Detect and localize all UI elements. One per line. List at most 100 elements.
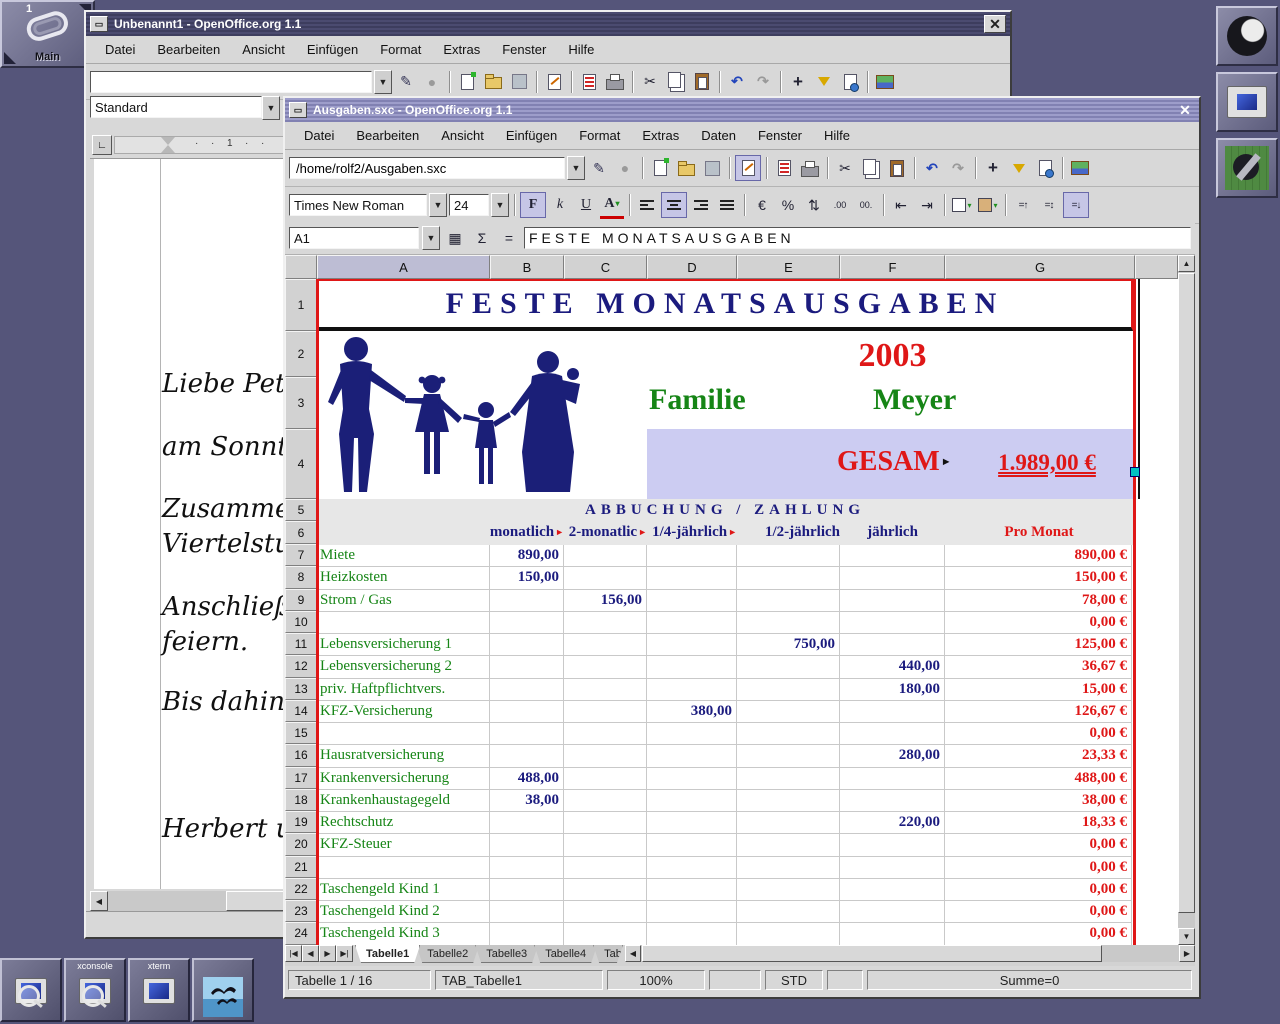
- open-folder-icon[interactable]: [481, 70, 505, 94]
- ruler-margin-marker-low[interactable]: [161, 145, 175, 153]
- sheet-tab-tab[interactable]: Tab: [593, 945, 623, 963]
- cell-A18[interactable]: Krankenhaustagegeld: [317, 790, 490, 812]
- cell-D17[interactable]: [647, 768, 737, 790]
- cell-E11[interactable]: 750,00: [737, 634, 840, 656]
- tab-first-button[interactable]: |◀: [285, 945, 302, 962]
- column-header-E[interactable]: E: [737, 255, 840, 279]
- align-justify-button[interactable]: [715, 193, 739, 217]
- gallery-icon[interactable]: [873, 70, 897, 94]
- cell-G12[interactable]: 36,67 €: [945, 656, 1132, 678]
- desktop-button-sphere[interactable]: [1216, 6, 1278, 66]
- calc-url-combo[interactable]: [289, 157, 565, 179]
- tab-next-button[interactable]: ▶: [319, 945, 336, 962]
- cell-D10[interactable]: [647, 612, 737, 634]
- italic-button[interactable]: k: [548, 193, 572, 217]
- decrease-indent-button[interactable]: ⇤: [889, 193, 913, 217]
- print-file-icon[interactable]: [577, 70, 601, 94]
- cell-C14[interactable]: [564, 701, 647, 723]
- ruler-tab-selector[interactable]: ∟: [92, 135, 112, 155]
- autofilter-icon[interactable]: [812, 70, 836, 94]
- cell-C9[interactable]: 156,00: [564, 590, 647, 612]
- cell-title-A1[interactable]: FESTE MONATSAUSGABEN: [317, 279, 1133, 331]
- cut-icon[interactable]: ✂: [638, 70, 662, 94]
- paste-icon[interactable]: [885, 156, 909, 180]
- undo-icon[interactable]: ↶: [725, 70, 749, 94]
- row-header-17[interactable]: 17: [285, 767, 317, 789]
- selection-handle[interactable]: [1130, 467, 1140, 477]
- tab-last-button[interactable]: ▶|: [336, 945, 353, 962]
- borders-button[interactable]: ▾: [950, 193, 974, 217]
- save-icon[interactable]: [507, 70, 531, 94]
- font-name-combo[interactable]: Times New Roman: [289, 194, 427, 216]
- cell-G22[interactable]: 0,00 €: [945, 879, 1132, 901]
- edit-pen-icon[interactable]: ✎: [587, 156, 611, 180]
- cell-F7[interactable]: [840, 545, 945, 567]
- cell-C11[interactable]: [564, 634, 647, 656]
- cell-C24[interactable]: [564, 923, 647, 945]
- period-header-D[interactable]: 1/4-jährlich►: [647, 521, 737, 543]
- cell-C8[interactable]: [564, 567, 647, 589]
- copy-icon[interactable]: [664, 70, 688, 94]
- cell-C10[interactable]: [564, 612, 647, 634]
- cell-A24[interactable]: Taschengeld Kind 3: [317, 923, 490, 945]
- cell-A21[interactable]: [317, 857, 490, 879]
- cell-year[interactable]: 2003: [840, 335, 945, 377]
- cell-A12[interactable]: Lebensversicherung 2: [317, 656, 490, 678]
- tab-hscroll-right[interactable]: ▶: [1179, 945, 1195, 962]
- menu-datei[interactable]: Datei: [94, 39, 146, 60]
- cell-A16[interactable]: Hausratversicherung: [317, 745, 490, 767]
- navigator-icon[interactable]: +: [981, 156, 1005, 180]
- calc-titlebar[interactable]: ▭ Ausgaben.sxc - OpenOffice.org 1.1 ✕: [285, 98, 1199, 122]
- column-header-G[interactable]: G: [945, 255, 1135, 279]
- menu-extras[interactable]: Extras: [432, 39, 491, 60]
- cell-C20[interactable]: [564, 834, 647, 856]
- menu-bearbeiten[interactable]: Bearbeiten: [146, 39, 231, 60]
- cell-G16[interactable]: 23,33 €: [945, 745, 1132, 767]
- tab-hscroll-left[interactable]: ◀: [625, 945, 641, 962]
- valign-bottom-button[interactable]: =↓: [1063, 192, 1089, 218]
- cell-D20[interactable]: [647, 834, 737, 856]
- cell-F18[interactable]: [840, 790, 945, 812]
- sum-icon[interactable]: Σ: [470, 226, 494, 250]
- cell-B24[interactable]: [490, 923, 564, 945]
- status-insert-mode[interactable]: STD: [765, 970, 823, 990]
- sheet-tab-tabelle1[interactable]: Tabelle1: [355, 945, 420, 963]
- menu-hilfe[interactable]: Hilfe: [557, 39, 605, 60]
- column-header-A[interactable]: A: [317, 255, 490, 279]
- cell-C15[interactable]: [564, 723, 647, 745]
- hyperlink-icon[interactable]: [1033, 156, 1057, 180]
- vscroll-down-arrow[interactable]: ▼: [1178, 928, 1195, 945]
- print-file-icon[interactable]: [772, 156, 796, 180]
- cell-B19[interactable]: [490, 812, 564, 834]
- cell-total-value[interactable]: 1.989,00 €: [977, 445, 1117, 481]
- delete-decimal-button[interactable]: 00.: [854, 193, 878, 217]
- cell-B11[interactable]: [490, 634, 564, 656]
- cell-G19[interactable]: 18,33 €: [945, 812, 1132, 834]
- cell-B23[interactable]: [490, 901, 564, 923]
- cell-B21[interactable]: [490, 857, 564, 879]
- tab-hscroll-thumb[interactable]: [642, 945, 1102, 962]
- cell-E22[interactable]: [737, 879, 840, 901]
- cell-E18[interactable]: [737, 790, 840, 812]
- cell-D15[interactable]: [647, 723, 737, 745]
- cell-C13[interactable]: [564, 679, 647, 701]
- status-page-style[interactable]: TAB_Tabelle1: [435, 970, 603, 990]
- cell-A22[interactable]: Taschengeld Kind 1: [317, 879, 490, 901]
- valign-top-button[interactable]: =↑: [1011, 193, 1035, 217]
- column-header-C[interactable]: C: [564, 255, 647, 279]
- cell-E13[interactable]: [737, 679, 840, 701]
- row-header-10[interactable]: 10: [285, 611, 317, 633]
- menu-ansicht[interactable]: Ansicht: [430, 125, 495, 146]
- period-header-C[interactable]: 2-monatlic►: [564, 521, 647, 543]
- cell-E14[interactable]: [737, 701, 840, 723]
- cell-D14[interactable]: 380,00: [647, 701, 737, 723]
- valign-center-button[interactable]: =↕: [1037, 193, 1061, 217]
- font-name-dropdown[interactable]: ▼: [429, 193, 447, 217]
- cell-C23[interactable]: [564, 901, 647, 923]
- cell-B10[interactable]: [490, 612, 564, 634]
- cell-B9[interactable]: [490, 590, 564, 612]
- cell-A23[interactable]: Taschengeld Kind 2: [317, 901, 490, 923]
- column-header-F[interactable]: F: [840, 255, 945, 279]
- autofilter-icon[interactable]: [1007, 156, 1031, 180]
- sheet-corner-box[interactable]: [285, 255, 317, 279]
